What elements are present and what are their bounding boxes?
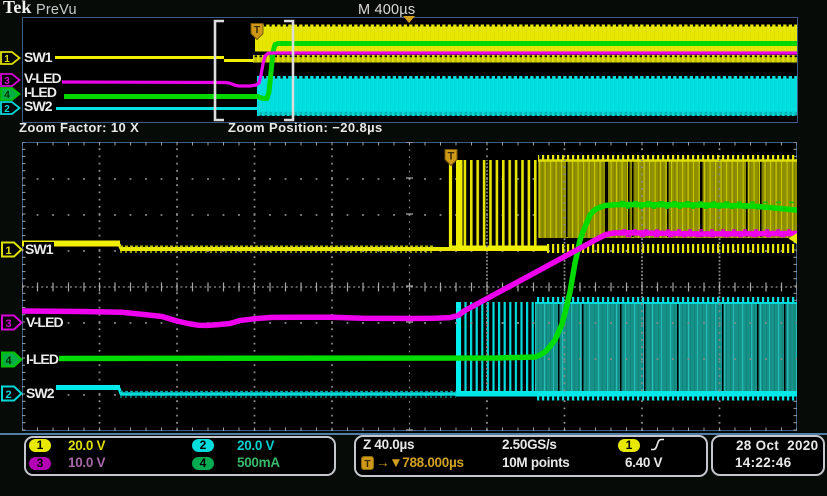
svg-text:T: T — [254, 24, 261, 36]
svg-text:1: 1 — [4, 54, 10, 65]
svg-text:T: T — [448, 151, 455, 163]
svg-text:4: 4 — [4, 90, 10, 101]
svg-text:3: 3 — [4, 76, 10, 87]
svg-text:3: 3 — [5, 318, 11, 330]
svg-text:T: T — [364, 458, 371, 470]
svg-text:2: 2 — [4, 104, 10, 115]
svg-text:1: 1 — [5, 245, 11, 257]
svg-text:2: 2 — [5, 389, 11, 401]
svg-text:4: 4 — [5, 355, 12, 367]
